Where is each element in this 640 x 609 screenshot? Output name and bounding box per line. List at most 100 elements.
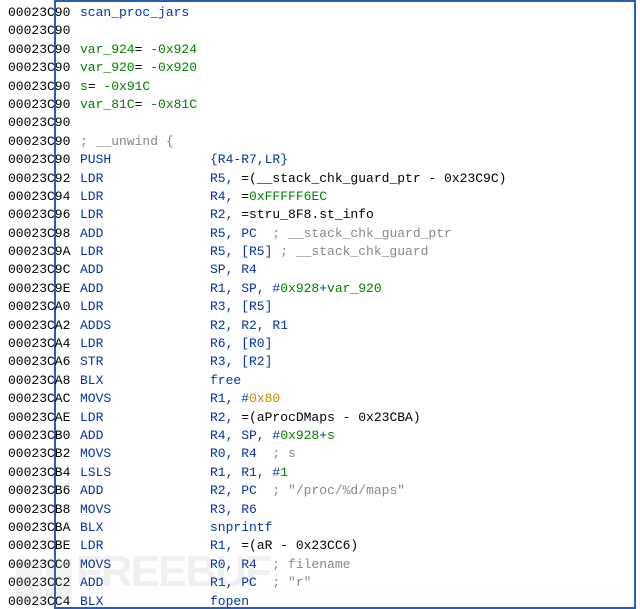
disasm-line[interactable]: 00023C90s= -0x91C <box>8 78 634 96</box>
operand-fragment: R1, PC <box>210 575 272 590</box>
mnemonic: BLX <box>80 372 210 390</box>
mnemonic: ADD <box>80 482 210 500</box>
address: 00023C90 <box>8 96 80 114</box>
operands: R2, PC ; "/proc/%d/maps" <box>210 483 405 498</box>
disasm-line[interactable]: 00023CB8MOVSR3, R6 <box>8 501 634 519</box>
disasm-line[interactable]: 00023C90PUSH{R4-R7,LR} <box>8 151 634 169</box>
disasm-line[interactable]: 00023C9ALDRR5, [R5] ; __stack_chk_guard <box>8 243 634 261</box>
mnemonic: LDR <box>80 537 210 555</box>
operands: R0, R4 ; s <box>210 446 296 461</box>
disasm-line[interactable]: 00023C94LDRR4, =0xFFFFF6EC <box>8 188 634 206</box>
disasm-line[interactable]: 00023CACMOVSR1, #0x80 <box>8 390 634 408</box>
disasm-line[interactable]: 00023CA0LDRR3, [R5] <box>8 298 634 316</box>
operand-fragment: = <box>88 79 104 94</box>
operands: R4, SP, #0x928+s <box>210 428 335 443</box>
disasm-line[interactable]: 00023C90 <box>8 114 634 132</box>
disasm-line[interactable]: 00023C92LDRR5, =(__stack_chk_guard_ptr -… <box>8 170 634 188</box>
mnemonic: LDR <box>80 170 210 188</box>
disasm-line[interactable]: 00023CC4BLXfopen <box>8 593 634 609</box>
disasm-line[interactable]: 00023CA2ADDSR2, R2, R1 <box>8 317 634 335</box>
operands: var_924= -0x924 <box>80 42 197 57</box>
operands: R2, =stru_8F8.st_info <box>210 207 374 222</box>
disasm-line[interactable]: 00023C90 <box>8 22 634 40</box>
disasm-line[interactable]: 00023CA4LDRR6, [R0] <box>8 335 634 353</box>
address: 00023C90 <box>8 151 80 169</box>
disasm-line[interactable]: 00023C90scan_proc_jars <box>8 4 634 22</box>
operand-fragment: R5, <box>210 171 241 186</box>
operand-fragment: SP, R4 <box>210 262 257 277</box>
disasm-line[interactable]: 00023CA6STRR3, [R2] <box>8 353 634 371</box>
mnemonic: ADD <box>80 280 210 298</box>
disasm-line[interactable]: 00023C90var_920= -0x920 <box>8 59 634 77</box>
address: 00023C96 <box>8 206 80 224</box>
mnemonic: STR <box>80 353 210 371</box>
address: 00023C90 <box>8 59 80 77</box>
operand-fragment: var_920 <box>327 281 382 296</box>
address: 00023CB8 <box>8 501 80 519</box>
operands: R5, PC ; __stack_chk_guard_ptr <box>210 226 452 241</box>
operand-fragment: 1 <box>280 465 288 480</box>
operands: R1, #0x80 <box>210 391 280 406</box>
disasm-line[interactable]: 00023CC0MOVSR0, R4 ; filename <box>8 556 634 574</box>
disasm-line[interactable]: 00023CB2MOVSR0, R4 ; s <box>8 445 634 463</box>
operands: free <box>210 373 241 388</box>
disasm-line[interactable]: 00023C98ADDR5, PC ; __stack_chk_guard_pt… <box>8 225 634 243</box>
operand-fragment: R4, <box>210 189 241 204</box>
address: 00023C90 <box>8 133 80 151</box>
disasm-line[interactable]: 00023CB6ADDR2, PC ; "/proc/%d/maps" <box>8 482 634 500</box>
operand-fragment: R0, R4 <box>210 557 272 572</box>
operand-fragment: ; __unwind { <box>80 134 174 149</box>
mnemonic: LDR <box>80 206 210 224</box>
operand-fragment: =(aR - 0x23CC6) <box>241 538 358 553</box>
operands: snprintf <box>210 520 272 535</box>
operands: R4, =0xFFFFF6EC <box>210 189 327 204</box>
operands: R3, [R2] <box>210 354 272 369</box>
mnemonic: LDR <box>80 188 210 206</box>
operands: R2, =(aProcDMaps - 0x23CBA) <box>210 410 421 425</box>
address: 00023CC2 <box>8 574 80 592</box>
disasm-line[interactable]: 00023C96LDRR2, =stru_8F8.st_info <box>8 206 634 224</box>
operands: R5, [R5] ; __stack_chk_guard <box>210 244 428 259</box>
operand-fragment: R1, R1, # <box>210 465 280 480</box>
address: 00023C90 <box>8 78 80 96</box>
operand-fragment: -0x924 <box>150 42 197 57</box>
disasm-line[interactable]: 00023CB0ADDR4, SP, #0x928+s <box>8 427 634 445</box>
address: 00023CA4 <box>8 335 80 353</box>
disasm-line[interactable]: 00023C90; __unwind { <box>8 133 634 151</box>
operand-fragment: R5, PC <box>210 226 272 241</box>
mnemonic: LDR <box>80 243 210 261</box>
operands: R6, [R0] <box>210 336 272 351</box>
disasm-line[interactable]: 00023C90var_81C= -0x81C <box>8 96 634 114</box>
address: 00023C92 <box>8 170 80 188</box>
operand-fragment: R0, R4 <box>210 446 272 461</box>
operand-fragment: var_81C <box>80 97 135 112</box>
disasm-line[interactable]: 00023CBABLXsnprintf <box>8 519 634 537</box>
frame-border <box>634 0 636 609</box>
disasm-line[interactable]: 00023CA8BLXfree <box>8 372 634 390</box>
address: 00023C94 <box>8 188 80 206</box>
mnemonic: ADD <box>80 225 210 243</box>
disasm-line[interactable]: 00023C90var_924= -0x924 <box>8 41 634 59</box>
operand-fragment: =stru_8F8.st_info <box>241 207 374 222</box>
operand-fragment: var_924 <box>80 42 135 57</box>
operand-fragment: scan_proc_jars <box>80 5 189 20</box>
disasm-line[interactable]: 00023CB4LSLSR1, R1, #1 <box>8 464 634 482</box>
mnemonic: LSLS <box>80 464 210 482</box>
operand-fragment: {R4-R7,LR} <box>210 152 288 167</box>
operand-fragment: -0x91C <box>103 79 150 94</box>
disasm-line[interactable]: 00023CAELDRR2, =(aProcDMaps - 0x23CBA) <box>8 409 634 427</box>
operand-fragment: ; filename <box>272 557 350 572</box>
disasm-line[interactable]: 00023CC2ADDR1, PC ; "r" <box>8 574 634 592</box>
operands: R1, PC ; "r" <box>210 575 311 590</box>
address: 00023C9A <box>8 243 80 261</box>
address: 00023CA8 <box>8 372 80 390</box>
disassembly-listing[interactable]: 00023C90scan_proc_jars00023C9000023C90va… <box>8 4 634 607</box>
mnemonic: PUSH <box>80 151 210 169</box>
operands: R3, [R5] <box>210 299 272 314</box>
operands: R5, =(__stack_chk_guard_ptr - 0x23C9C) <box>210 171 506 186</box>
disasm-line[interactable]: 00023C9CADDSP, R4 <box>8 261 634 279</box>
disasm-line[interactable]: 00023C9EADDR1, SP, #0x928+var_920 <box>8 280 634 298</box>
address: 00023CBE <box>8 537 80 555</box>
operands: SP, R4 <box>210 262 257 277</box>
disasm-line[interactable]: 00023CBELDRR1, =(aR - 0x23CC6) <box>8 537 634 555</box>
